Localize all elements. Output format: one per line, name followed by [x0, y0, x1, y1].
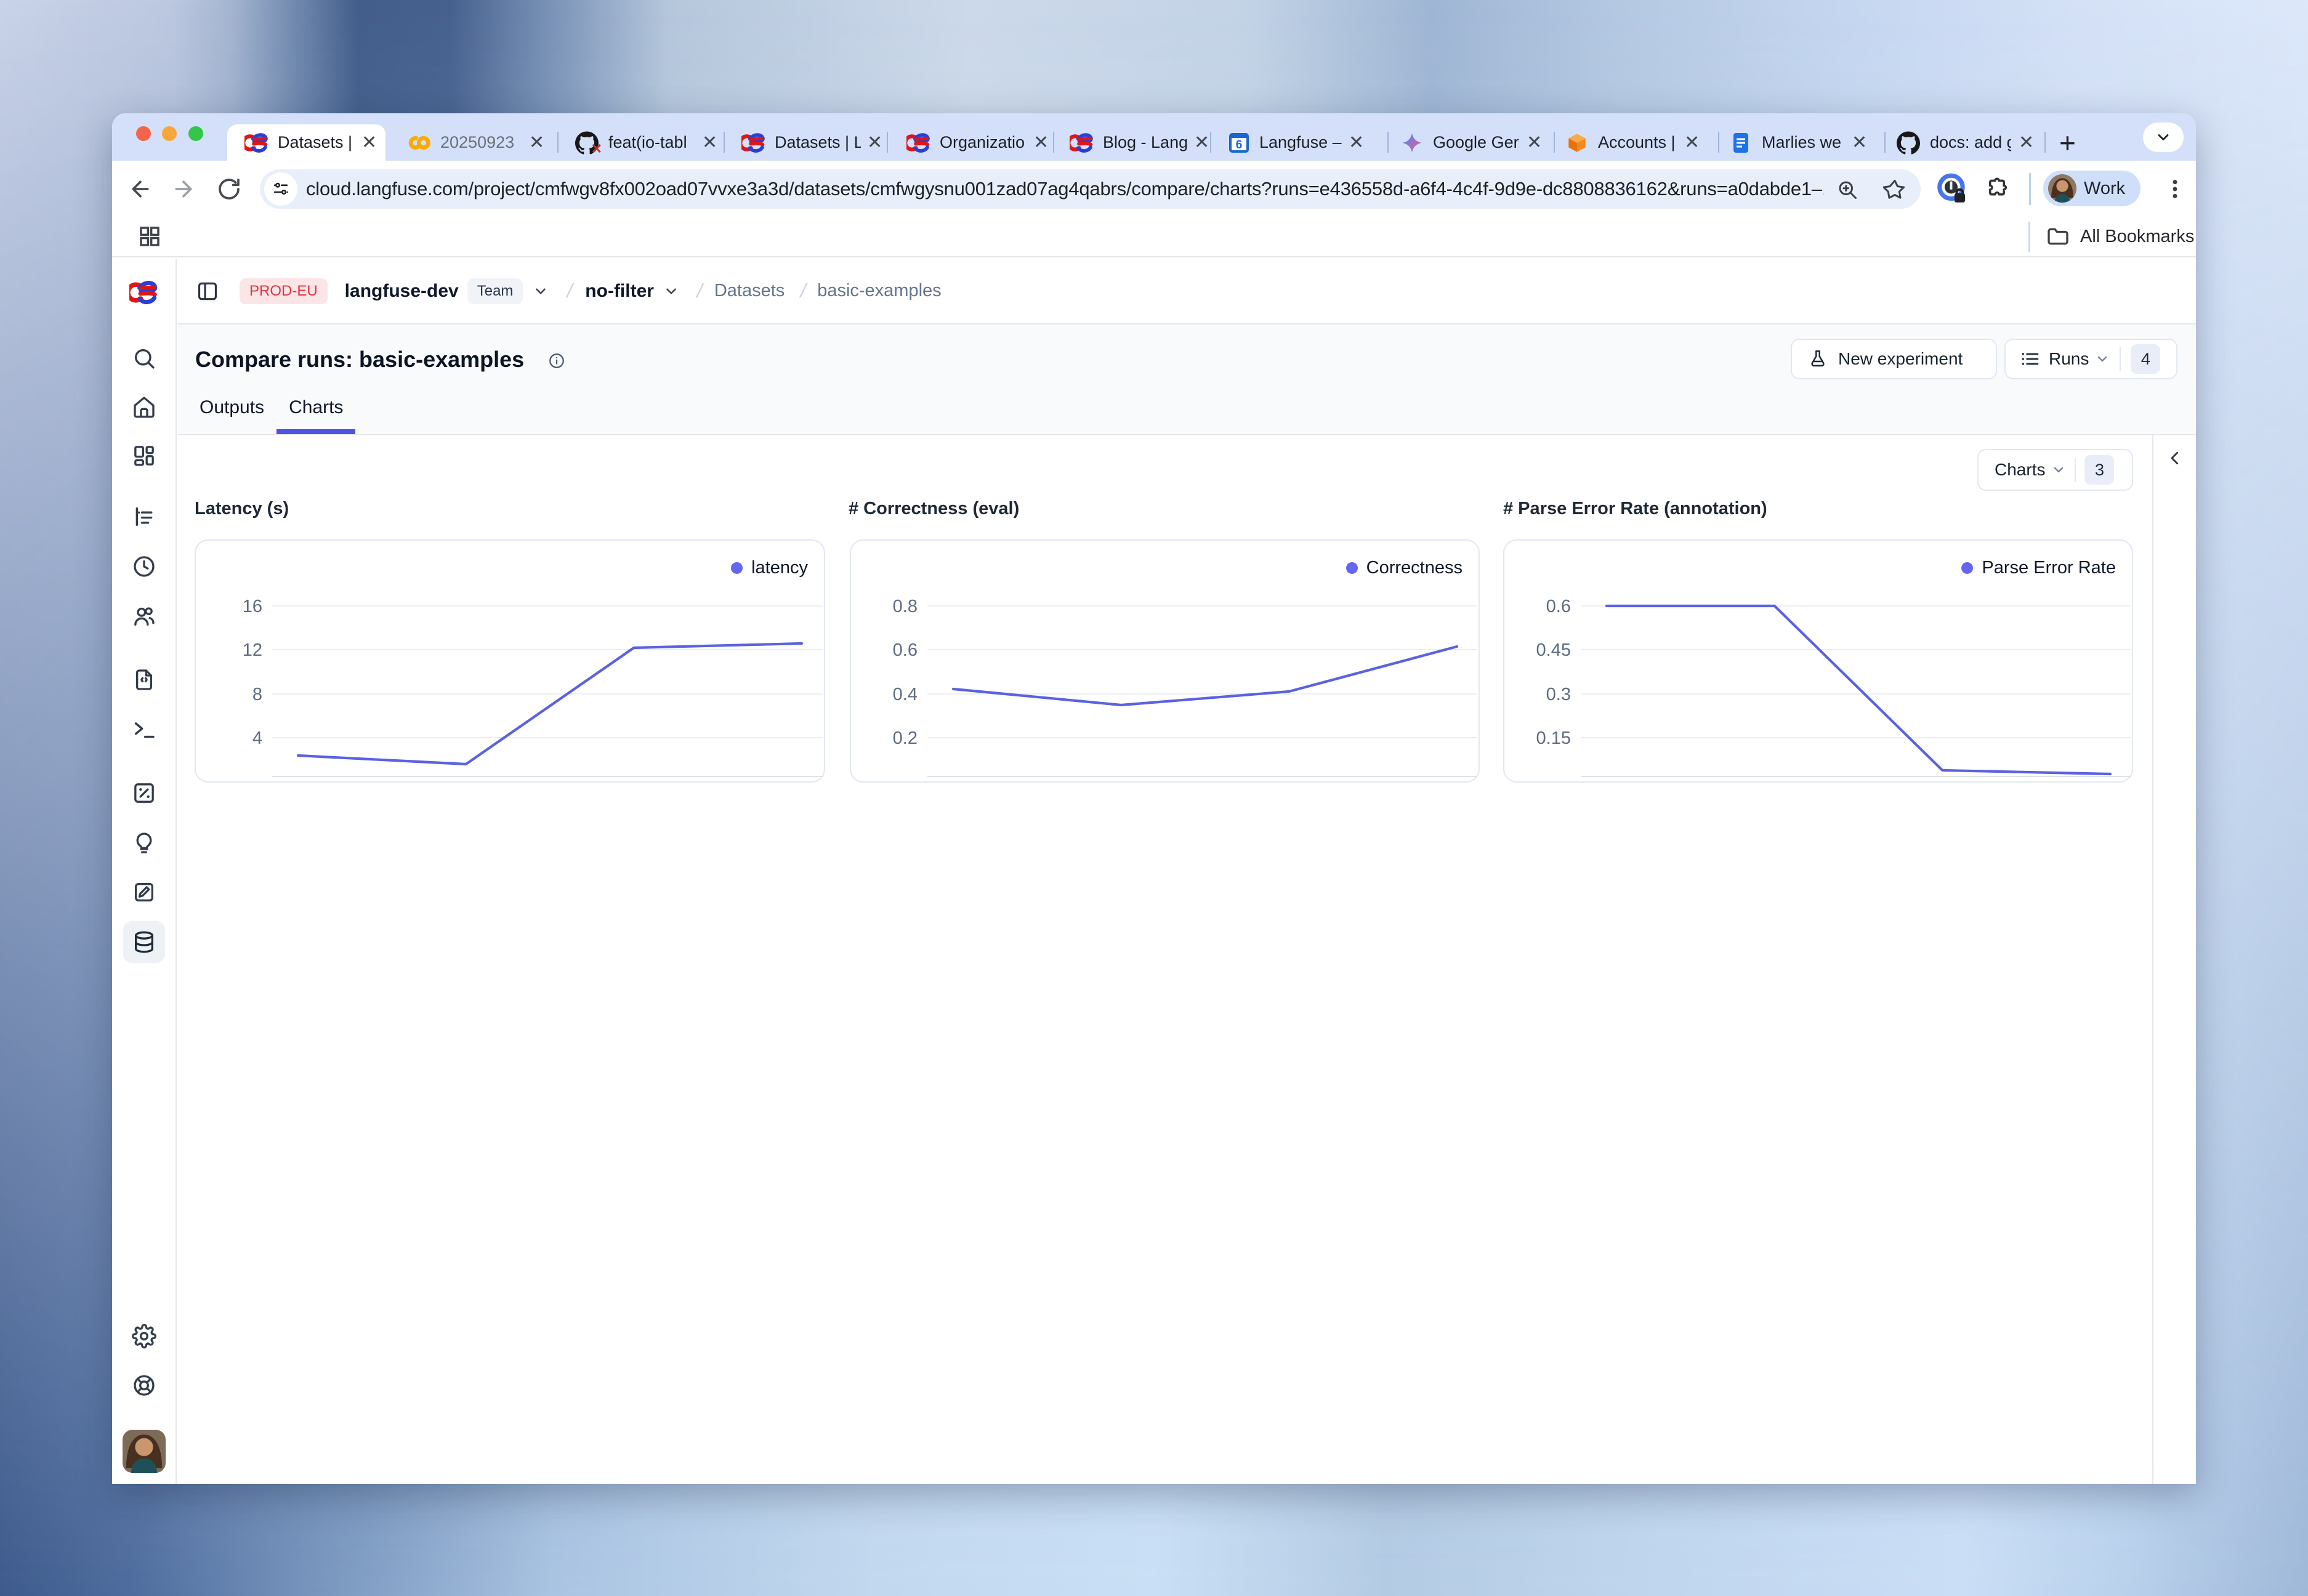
svg-text:0.6: 0.6	[893, 640, 918, 660]
svg-text:4: 4	[252, 728, 262, 748]
svg-text:0.15: 0.15	[1536, 728, 1571, 748]
svg-text:0.3: 0.3	[1546, 685, 1571, 704]
svg-text:0.8: 0.8	[893, 597, 918, 616]
svg-text:0.4: 0.4	[893, 685, 918, 704]
svg-text:8: 8	[252, 685, 262, 704]
svg-text:0.6: 0.6	[1546, 597, 1571, 616]
svg-text:6: 6	[1236, 139, 1243, 151]
svg-text:0.2: 0.2	[893, 728, 918, 748]
svg-text:0.45: 0.45	[1536, 640, 1571, 660]
svg-text:16: 16	[243, 597, 262, 616]
svg-text:12: 12	[243, 640, 262, 660]
